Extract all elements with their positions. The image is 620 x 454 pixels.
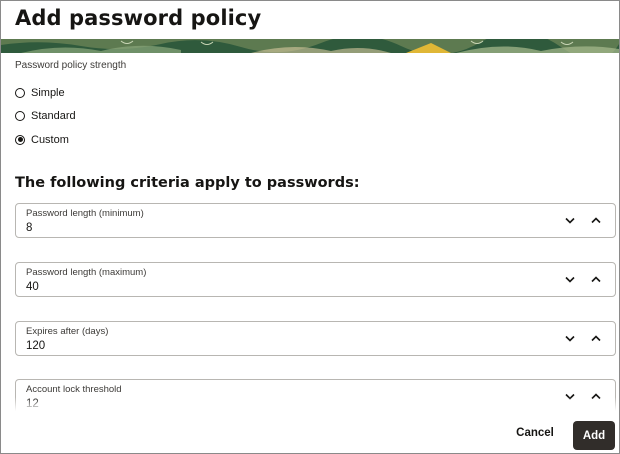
radio-label-simple[interactable]: Simple [31, 87, 65, 99]
chevron-up-icon[interactable] [589, 213, 603, 227]
add-button[interactable]: Add [573, 421, 615, 450]
cancel-button[interactable]: Cancel [506, 420, 564, 446]
field-label: Account lock threshold [26, 384, 122, 395]
chevron-down-icon[interactable] [563, 213, 577, 227]
field-label: Password length (maximum) [26, 267, 147, 278]
radio-option-custom[interactable]: Custom [15, 128, 617, 152]
policy-strength-section: Password policy strength Simple Standard… [15, 59, 617, 152]
field-label: Password length (minimum) [26, 208, 144, 219]
add-password-policy-dialog: Add password policy Password policy stre… [0, 0, 620, 454]
field-label: Expires after (days) [26, 326, 109, 337]
password-length-max-input[interactable] [26, 279, 546, 294]
radio-label-standard[interactable]: Standard [31, 110, 76, 122]
dialog-header: Add password policy [1, 1, 619, 53]
expires-after-field[interactable]: Expires after (days) [15, 321, 616, 356]
password-length-min-field[interactable]: Password length (minimum) [15, 203, 616, 238]
dialog-title: Add password policy [15, 6, 262, 30]
strength-label: Password policy strength [15, 60, 127, 71]
chevron-up-icon[interactable] [589, 272, 603, 286]
decorative-banner [1, 39, 619, 53]
criteria-heading: The following criteria apply to password… [15, 175, 360, 191]
radio-option-standard[interactable]: Standard [15, 105, 617, 129]
chevron-down-icon[interactable] [563, 272, 577, 286]
dialog-footer: Cancel Add [1, 411, 619, 453]
radio-label-custom[interactable]: Custom [31, 134, 69, 146]
radio-simple[interactable] [15, 87, 25, 98]
radio-option-simple[interactable]: Simple [15, 81, 617, 105]
password-length-max-field[interactable]: Password length (maximum) [15, 262, 616, 297]
chevron-down-icon[interactable] [563, 331, 577, 345]
password-length-min-input[interactable] [26, 220, 546, 235]
radio-standard[interactable] [15, 111, 25, 122]
chevron-up-icon[interactable] [589, 331, 603, 345]
expires-after-input[interactable] [26, 338, 546, 353]
scroll-fade [2, 397, 618, 411]
radio-custom[interactable] [15, 134, 25, 145]
